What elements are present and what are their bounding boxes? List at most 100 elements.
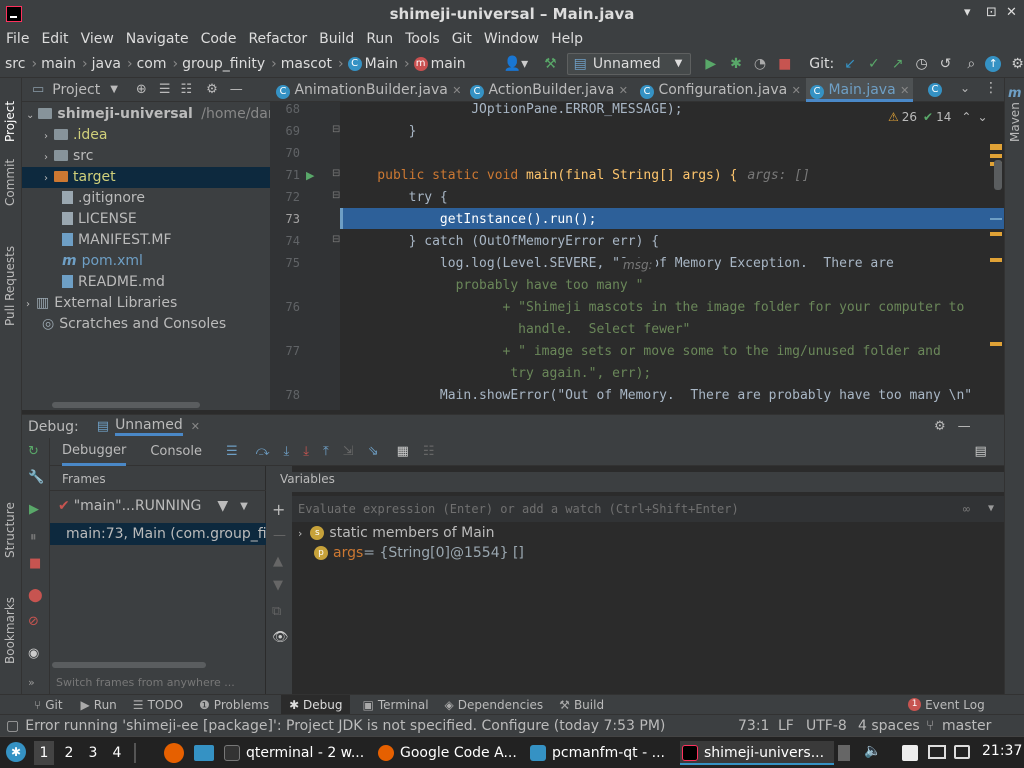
task-google-code[interactable]: Google Code A... — [376, 741, 517, 765]
camera-icon[interactable]: ◉ — [28, 646, 39, 661]
show-watches-icon[interactable]: 👁 — [272, 630, 289, 645]
move-up-icon[interactable]: ▲ — [273, 554, 283, 569]
git-commit-icon[interactable]: ✓ — [868, 56, 880, 72]
firefox-icon[interactable] — [164, 743, 184, 763]
status-toggle-icon[interactable]: ▢ — [6, 718, 19, 734]
view-breakpoints-icon[interactable]: ⬤ — [28, 588, 43, 603]
workspace-2[interactable]: 2 — [60, 741, 78, 765]
tree-item-target[interactable]: › target — [22, 167, 270, 188]
tree-item-pom[interactable]: m pom.xml — [22, 251, 270, 272]
task-qterminal[interactable]: qterminal - 2 w... — [222, 741, 364, 765]
chevron-down-icon[interactable]: ▼ — [988, 496, 994, 522]
tab-debugger[interactable]: Debugger — [62, 438, 127, 466]
expand-all-icon[interactable]: ☰ — [159, 82, 171, 97]
error-stripe-mark[interactable] — [990, 232, 1002, 236]
editor-scrollbar[interactable] — [994, 160, 1002, 190]
stripe-bookmarks[interactable]: Bookmarks — [3, 597, 17, 664]
stack-frame-row[interactable]: main:73, Main (com.group_fini — [50, 523, 266, 545]
infinity-icon[interactable]: ∞ — [963, 496, 970, 522]
toolwindow-build[interactable]: Build — [574, 698, 604, 712]
start-menu-icon[interactable]: ✱ — [6, 742, 26, 762]
resume-icon[interactable]: ▶ — [29, 502, 39, 517]
fold-icon[interactable]: ⊟ — [332, 168, 340, 179]
mute-breakpoints-icon[interactable]: ⊘ — [28, 614, 39, 629]
stripe-structure[interactable]: Structure — [3, 502, 17, 558]
run-icon[interactable]: ▶ — [705, 56, 716, 72]
filter-icon[interactable]: ▼ — [217, 498, 228, 514]
trace-icon[interactable]: ☷ — [423, 444, 435, 459]
chevron-down-icon[interactable]: ▼ — [240, 501, 248, 512]
locate-icon[interactable]: ⊕ — [136, 82, 147, 97]
tab-configuration[interactable]: C Configuration.java ✕ — [640, 78, 801, 102]
tab-main[interactable]: C Main.java ✕ — [806, 78, 914, 102]
chevron-down-icon[interactable]: ⌄ — [977, 110, 987, 124]
breadcrumb-mascot[interactable]: mascot — [281, 56, 332, 72]
tree-item-idea[interactable]: › .idea — [22, 125, 270, 146]
stop-icon[interactable]: ■ — [29, 556, 41, 571]
breadcrumb-main-class[interactable]: Main — [365, 56, 398, 72]
show-execution-point-icon[interactable]: ☰ — [226, 444, 238, 459]
run-gutter-icon[interactable]: ▶ — [306, 169, 314, 182]
collapse-all-icon[interactable]: ☷ — [180, 82, 192, 97]
variable-row[interactable]: p args = {String[0]@1554} [] — [314, 545, 524, 561]
inspection-widget[interactable]: ⚠ 26 ✔ 14 ⌃ ⌄ — [888, 110, 988, 124]
hide-icon[interactable]: — — [958, 419, 971, 434]
stop-icon[interactable]: ■ — [778, 56, 791, 72]
git-history-icon[interactable]: ◷ — [915, 56, 927, 72]
profile-icon[interactable]: ◔ — [754, 56, 766, 72]
fold-icon[interactable]: ⊟ — [332, 124, 340, 135]
task-intellij[interactable]: shimeji-univers... — [680, 741, 834, 765]
debug-session-tab[interactable]: Unnamed — [115, 417, 183, 436]
chevron-up-icon[interactable]: ⌃ — [961, 110, 971, 124]
breadcrumb-main-method[interactable]: main — [431, 56, 466, 72]
toolwindow-debug[interactable]: ✱ Debug — [281, 694, 351, 715]
tree-item-root[interactable]: ⌄ shimeji-universal /home/dartz — [22, 104, 286, 125]
menu-run[interactable]: Run — [366, 31, 393, 47]
tree-item-license[interactable]: LICENSE — [22, 209, 270, 230]
menu-edit[interactable]: Edit — [41, 31, 68, 47]
workspace-4[interactable]: 4 — [108, 741, 126, 765]
menu-refactor[interactable]: Refactor — [248, 31, 307, 47]
search-icon[interactable]: ⌕ — [967, 56, 975, 72]
menu-build[interactable]: Build — [319, 31, 354, 47]
menu-file[interactable]: File — [6, 31, 29, 47]
stripe-pull-requests[interactable]: Pull Requests — [3, 246, 17, 326]
settings-gear-icon[interactable]: ⚙ — [206, 82, 218, 97]
error-stripe-mark[interactable] — [990, 144, 1002, 150]
fold-icon[interactable]: ⊟ — [332, 190, 340, 201]
settings-gear-icon[interactable]: ⚙ — [1011, 56, 1024, 72]
evaluate-expression-input[interactable]: Evaluate expression (Enter) or add a wat… — [292, 496, 1004, 522]
hide-icon[interactable]: — — [230, 82, 243, 97]
drop-frame-icon[interactable]: ⇲ — [343, 444, 354, 459]
settings-gear-icon[interactable]: ⚙ — [934, 419, 946, 434]
step-over-icon[interactable]: ⤼ — [256, 444, 270, 459]
rollback-icon[interactable]: ↺ — [940, 56, 952, 72]
close-icon[interactable]: ✕ — [191, 420, 200, 433]
menu-view[interactable]: View — [81, 31, 114, 47]
horizontal-scrollbar[interactable] — [52, 662, 206, 668]
error-stripe-mark[interactable] — [990, 154, 1002, 158]
close-icon[interactable]: ✕ — [900, 84, 909, 97]
horizontal-scrollbar[interactable] — [52, 402, 200, 408]
git-update-icon[interactable]: ↙ — [844, 56, 856, 72]
menu-navigate[interactable]: Navigate — [126, 31, 189, 47]
clipboard-icon[interactable] — [902, 745, 918, 761]
chevron-down-icon[interactable]: ▼ — [110, 84, 118, 95]
stripe-maven[interactable]: Maven — [1008, 102, 1022, 142]
tree-item-gitignore[interactable]: .gitignore — [22, 188, 270, 209]
rerun-icon[interactable]: ↻ — [28, 444, 39, 459]
tab-actionbuilder[interactable]: C ActionBuilder.java ✕ — [470, 78, 628, 102]
git-push-icon[interactable]: ↗ — [892, 56, 904, 72]
layout-icon[interactable]: ▤ — [975, 444, 987, 459]
close-icon[interactable]: ✕ — [619, 84, 628, 97]
remove-watch-icon[interactable]: — — [273, 528, 286, 543]
indent-setting[interactable]: 4 spaces — [858, 718, 920, 734]
close-icon[interactable]: ✕ — [792, 84, 801, 97]
user-icon[interactable]: 👤▾ — [504, 56, 528, 72]
toolwindow-todo[interactable]: TODO — [148, 698, 183, 712]
breadcrumb-group-finity[interactable]: group_finity — [182, 56, 265, 72]
tree-item-scratches[interactable]: ◎ Scratches and Consoles — [22, 314, 270, 335]
maximize-icon[interactable]: ⊡ — [986, 5, 997, 20]
error-stripe-mark[interactable] — [990, 342, 1002, 346]
network-icon[interactable] — [954, 745, 970, 759]
